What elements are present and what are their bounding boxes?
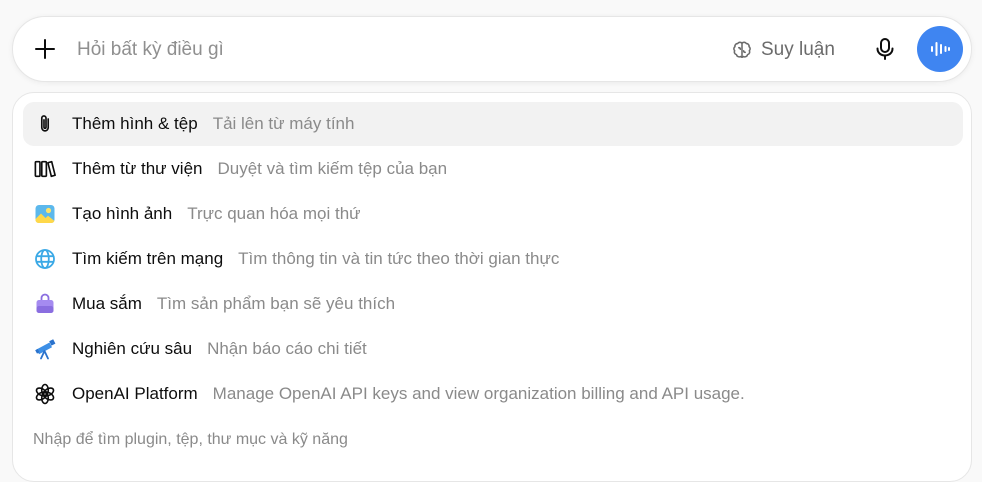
menu-item-description: Tìm sản phẩm bạn sẽ yêu thích bbox=[156, 294, 396, 313]
voice-waveform-icon bbox=[931, 42, 950, 56]
menu-item-title: Nghiên cứu sâu bbox=[72, 339, 193, 358]
image-icon bbox=[34, 203, 56, 225]
plus-icon bbox=[35, 39, 55, 59]
menu-item-openai-platform[interactable]: OpenAI Platform Manage OpenAI API keys a… bbox=[23, 372, 963, 416]
menu-item-title: Tạo hình ảnh bbox=[72, 204, 173, 223]
menu-item-description: Tải lên từ máy tính bbox=[212, 114, 355, 133]
microphone-icon bbox=[876, 38, 894, 60]
menu-item-description: Tìm thông tin và tin tức theo thời gian … bbox=[238, 249, 560, 268]
attachment-menu: Thêm hình & tệp Tải lên từ máy tính Thêm… bbox=[12, 92, 972, 482]
shopping-bag-icon bbox=[34, 293, 56, 315]
voice-mode-button[interactable] bbox=[917, 26, 963, 72]
menu-item-add-from-library[interactable]: Thêm từ thư viện Duyệt và tìm kiếm tệp c… bbox=[23, 147, 963, 191]
menu-item-title: Mua sắm bbox=[72, 294, 142, 313]
menu-item-description: Trực quan hóa mọi thứ bbox=[187, 204, 361, 223]
chat-composer: Suy luận bbox=[12, 16, 972, 82]
add-button[interactable] bbox=[31, 35, 59, 63]
reasoning-button[interactable]: Suy luận bbox=[731, 34, 835, 66]
reasoning-label: Suy luận bbox=[761, 39, 835, 60]
prompt-input[interactable] bbox=[77, 37, 637, 63]
brain-icon bbox=[733, 41, 751, 58]
menu-item-description: Duyệt và tìm kiếm tệp của bạn bbox=[217, 159, 448, 178]
menu-item-description: Nhận báo cáo chi tiết bbox=[207, 339, 367, 358]
menu-item-web-search[interactable]: Tìm kiếm trên mạng Tìm thông tin và tin … bbox=[23, 237, 963, 281]
menu-item-create-image[interactable]: Tạo hình ảnh Trực quan hóa mọi thứ bbox=[23, 192, 963, 236]
globe-icon bbox=[34, 248, 56, 270]
menu-item-add-files[interactable]: Thêm hình & tệp Tải lên từ máy tính bbox=[23, 102, 963, 146]
paperclip-icon bbox=[34, 113, 56, 135]
menu-item-title: Tìm kiếm trên mạng bbox=[72, 249, 224, 268]
menu-item-title: OpenAI Platform bbox=[72, 384, 198, 403]
menu-item-description: Manage OpenAI API keys and view organiza… bbox=[212, 384, 745, 403]
library-icon bbox=[34, 158, 56, 180]
menu-item-shopping[interactable]: Mua sắm Tìm sản phẩm bạn sẽ yêu thích bbox=[23, 282, 963, 326]
menu-item-title: Thêm từ thư viện bbox=[72, 159, 203, 178]
telescope-icon bbox=[34, 338, 56, 360]
openai-logo-icon bbox=[34, 383, 56, 405]
menu-search-hint: Nhập để tìm plugin, tệp, thư mục và kỹ n… bbox=[33, 431, 348, 448]
menu-item-title: Thêm hình & tệp bbox=[72, 114, 198, 133]
microphone-button[interactable] bbox=[871, 35, 899, 63]
menu-item-deep-research[interactable]: Nghiên cứu sâu Nhận báo cáo chi tiết bbox=[23, 327, 963, 371]
